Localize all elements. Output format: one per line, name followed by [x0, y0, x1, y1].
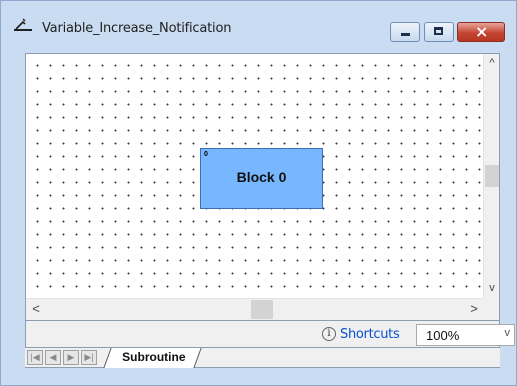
maximize-button[interactable]	[424, 22, 454, 42]
minimize-icon	[401, 33, 410, 36]
maximize-icon	[434, 27, 443, 35]
next-tab-button[interactable]: ▶	[63, 350, 79, 365]
flowchart-canvas[interactable]: 0 Block 0	[26, 54, 485, 299]
status-bar: i Shortcuts 100% v	[25, 321, 515, 348]
prev-tab-button[interactable]: ◀	[45, 350, 61, 365]
block-index: 0	[204, 151, 208, 158]
first-tab-button[interactable]: |◀	[27, 350, 43, 365]
flowchart-block[interactable]: 0 Block 0	[200, 148, 323, 209]
tab-subroutine[interactable]: Subroutine	[103, 348, 202, 368]
scroll-down-icon[interactable]: v	[486, 282, 498, 294]
vertical-scrollbar[interactable]: ^ v	[483, 54, 499, 299]
scroll-up-icon[interactable]: ^	[486, 57, 498, 69]
horizontal-scroll-thumb[interactable]	[251, 300, 273, 319]
close-icon: ×	[475, 22, 489, 41]
window-title: Variable_Increase_Notification	[42, 21, 232, 36]
vertical-scroll-thumb[interactable]	[485, 165, 499, 187]
zoom-select[interactable]: 100% v	[416, 324, 515, 346]
canvas-frame: 0 Block 0 ^ v < >	[25, 53, 500, 321]
chevron-down-icon: v	[504, 327, 511, 339]
block-label: Block 0	[236, 169, 287, 185]
last-tab-button[interactable]: ▶|	[81, 350, 97, 365]
flowchart-app-icon	[13, 17, 33, 33]
shortcuts-link[interactable]: Shortcuts	[340, 327, 400, 342]
app-window: Variable_Increase_Notification × 0 Block…	[0, 0, 517, 386]
scrollbar-corner	[483, 298, 499, 320]
horizontal-scrollbar[interactable]: < >	[26, 298, 485, 320]
sheet-tab-bar: |◀ ◀ ▶ ▶| Subroutine	[25, 348, 500, 368]
scroll-right-icon[interactable]: >	[468, 302, 480, 315]
scroll-left-icon[interactable]: <	[30, 302, 42, 315]
close-button[interactable]: ×	[457, 22, 505, 42]
tab-label: Subroutine	[122, 350, 186, 364]
zoom-value: 100%	[426, 328, 460, 343]
minimize-button[interactable]	[390, 22, 420, 42]
info-icon[interactable]: i	[322, 327, 336, 341]
